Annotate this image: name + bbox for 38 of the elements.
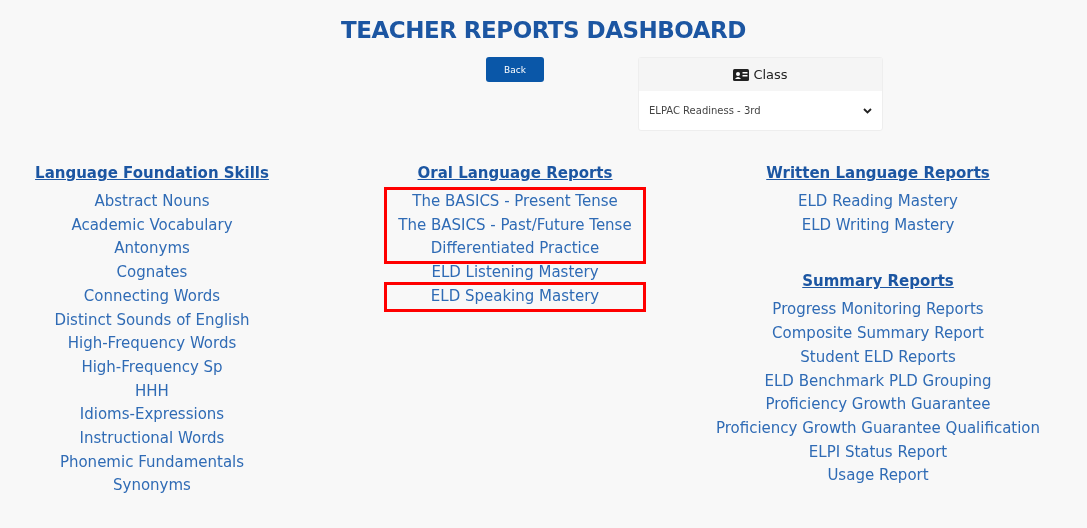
report-link[interactable]: ELD Writing Mastery: [801, 213, 955, 238]
report-link[interactable]: Usage Report: [827, 464, 929, 489]
class-label: Class: [753, 67, 788, 82]
report-link[interactable]: Distinct Sounds of English: [54, 308, 250, 333]
report-link[interactable]: Differentiated Practice: [430, 237, 600, 262]
report-link[interactable]: ELPI Status Report: [808, 440, 948, 465]
class-select[interactable]: ELPAC Readiness - 3rd: [639, 91, 882, 130]
report-link[interactable]: High-Frequency Words: [67, 332, 237, 356]
section-heading-link[interactable]: Written Language Reports: [766, 163, 990, 183]
report-link[interactable]: Proficiency Growth Guarantee: [765, 393, 991, 417]
report-link[interactable]: ELD Reading Mastery: [798, 190, 958, 214]
id-card-icon: [733, 68, 750, 81]
report-link[interactable]: Phonemic Fundamentals: [59, 450, 245, 475]
report-link[interactable]: Composite Summary Report: [772, 322, 984, 346]
page-title: TEACHER REPORTS DASHBOARD: [340, 16, 747, 45]
report-link[interactable]: Synonyms: [113, 474, 191, 499]
report-link[interactable]: The BASICS - Present Tense: [412, 190, 618, 214]
report-link[interactable]: Cognates: [116, 261, 188, 285]
report-link[interactable]: ELD Listening Mastery: [431, 261, 599, 285]
report-link[interactable]: ELD Benchmark PLD Grouping: [764, 369, 992, 394]
report-link[interactable]: Abstract Nouns: [94, 190, 210, 214]
section-heading-link[interactable]: Oral Language Reports: [417, 163, 613, 183]
section-heading-link[interactable]: Summary Reports: [802, 271, 954, 292]
report-link[interactable]: Idioms-Expressions: [79, 403, 225, 428]
report-link[interactable]: ELD Speaking Mastery: [430, 284, 600, 309]
back-button[interactable]: Back: [486, 57, 544, 82]
report-link[interactable]: Connecting Words: [83, 284, 221, 309]
report-link[interactable]: Student ELD Reports: [800, 345, 956, 370]
report-link[interactable]: HHH: [135, 379, 169, 404]
report-link[interactable]: High-Frequency Sp: [81, 355, 223, 380]
report-link[interactable]: Academic Vocabulary: [71, 213, 233, 238]
report-link[interactable]: The BASICS - Past/Future Tense: [398, 213, 632, 238]
report-link[interactable]: Antonyms: [114, 237, 190, 262]
report-link[interactable]: Instructional Words: [79, 427, 225, 451]
chevron-down-icon: [863, 107, 872, 114]
section-heading-link[interactable]: Language Foundation Skills: [35, 163, 269, 183]
report-link[interactable]: Progress Monitoring Reports: [772, 298, 984, 323]
report-link[interactable]: Proficiency Growth Guarantee Qualification: [715, 416, 1041, 441]
